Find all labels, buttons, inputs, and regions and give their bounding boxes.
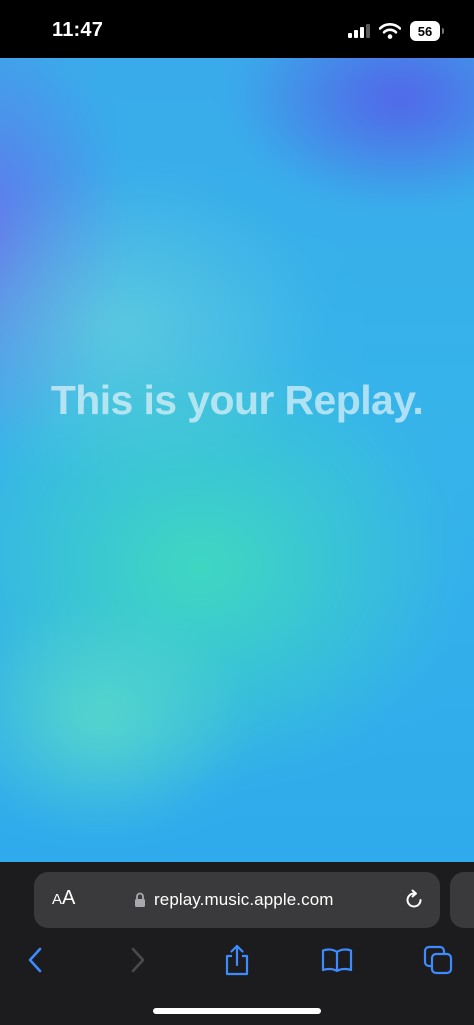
home-indicator[interactable] [153,1008,321,1014]
tabs-button[interactable] [418,942,458,978]
bookmarks-button[interactable] [317,942,357,978]
share-icon [225,944,249,976]
cellular-signal-icon [348,24,370,38]
forward-icon [131,947,145,973]
replay-headline: This is your Replay. [50,377,424,423]
back-button[interactable] [15,942,55,978]
tabs-icon [423,945,453,975]
url-text: replay.music.apple.com [154,890,334,909]
back-icon [28,947,42,973]
address-bar[interactable]: AA replay.music.apple.com [34,872,440,928]
wifi-icon [379,23,401,39]
url-group[interactable]: replay.music.apple.com [134,890,334,910]
next-tab-address-bar[interactable] [450,872,474,928]
battery-icon: 56 [410,21,444,41]
bookmarks-icon [321,948,353,973]
phone-screen: 11:47 56 This is your Replay. AA replay.… [0,0,474,1025]
text-size-large-label: A [62,887,76,909]
battery-level: 56 [417,23,433,39]
web-content[interactable]: This is your Replay. [0,58,474,862]
status-icons: 56 [348,20,444,42]
gradient-background [0,58,474,862]
status-time: 11:47 [52,19,104,41]
text-size-button[interactable]: AA [52,888,75,908]
forward-button[interactable] [118,942,158,978]
lock-icon [135,892,145,907]
status-bar: 11:47 56 [0,0,474,58]
browser-toolbar: AA replay.music.apple.com [0,862,474,1025]
text-size-small-label: A [52,891,63,908]
share-button[interactable] [217,942,257,978]
reload-icon[interactable] [402,888,426,912]
